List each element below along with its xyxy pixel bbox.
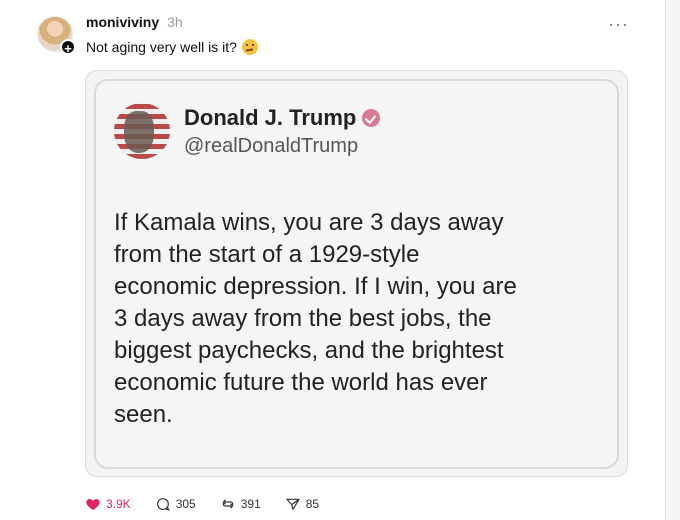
tweet-text-line: economic depression. If I win, you are xyxy=(114,273,517,300)
tweet-author-name: Donald J. Trump xyxy=(184,105,357,130)
thinking-face-emoji xyxy=(241,39,258,55)
post-actions: 3.9K 305 391 85 xyxy=(85,496,319,512)
tweet-author-handle: @realDonaldTrump xyxy=(184,135,359,157)
tweet-text-line: seen. xyxy=(114,401,173,428)
post-image[interactable]: Donald J. Trump @realDonaldTrump If Kama… xyxy=(85,70,628,477)
post-time[interactable]: 3h xyxy=(167,14,183,30)
plus-icon[interactable]: + xyxy=(60,39,76,56)
repost-icon xyxy=(222,499,233,509)
heart-icon xyxy=(86,499,100,510)
embedded-tweet-card: Donald J. Trump @realDonaldTrump If Kama… xyxy=(94,79,619,469)
repost-button[interactable]: 391 xyxy=(220,496,261,512)
repost-count: 391 xyxy=(240,497,261,511)
post-caption: Not aging very well is it? xyxy=(86,39,258,55)
send-icon xyxy=(286,498,300,510)
tweet-text: If Kamala wins, you are 3 days away from… xyxy=(114,207,604,431)
tweet-author-avatar xyxy=(114,103,170,159)
reply-count: 305 xyxy=(175,497,196,511)
tweet-text-line: biggest paychecks, and the brightest xyxy=(114,337,504,364)
post-header: moniviviny 3h xyxy=(86,14,183,30)
tweet-author-name-row: Donald J. Trump xyxy=(184,105,381,131)
comment-icon xyxy=(156,498,170,511)
caption-text: Not aging very well is it? xyxy=(86,39,237,55)
verified-badge-icon xyxy=(362,109,381,127)
more-options-icon[interactable]: ··· xyxy=(608,14,629,35)
tweet-text-line: from the start of a 1929-style xyxy=(114,241,420,268)
tweet-text-line: economic future the world has ever xyxy=(114,369,488,396)
tweet-text-line: If Kamala wins, you are 3 days away xyxy=(114,209,504,236)
like-count: 3.9K xyxy=(106,497,131,511)
reply-button[interactable]: 305 xyxy=(155,496,196,512)
author-avatar-wrap[interactable]: + xyxy=(37,16,76,56)
post-container: + moniviviny 3h ··· Not aging very well … xyxy=(0,0,666,520)
username[interactable]: moniviviny xyxy=(86,14,159,30)
share-count: 85 xyxy=(305,497,320,511)
share-button[interactable]: 85 xyxy=(285,496,319,512)
tweet-text-line: 3 days away from the best jobs, the xyxy=(114,305,492,332)
like-button[interactable]: 3.9K xyxy=(85,496,131,512)
